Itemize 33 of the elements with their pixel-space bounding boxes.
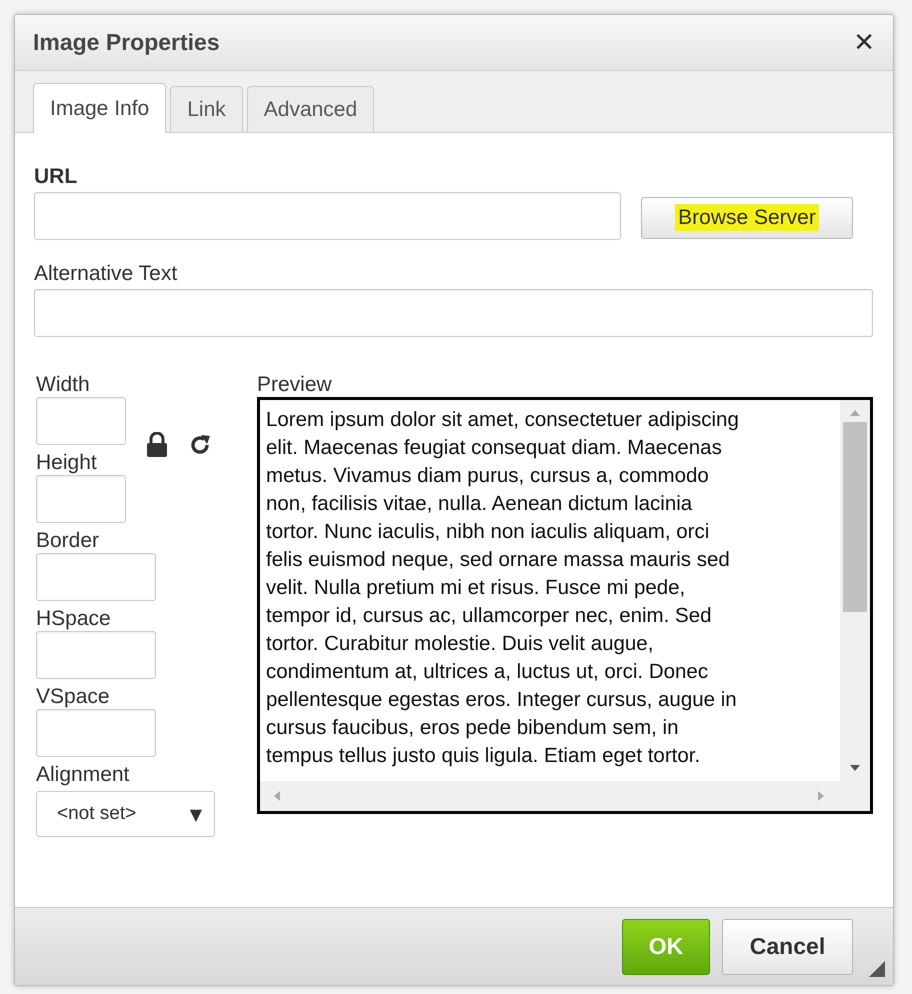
field-label: Border — [36, 529, 100, 553]
spacing-field[interactable] — [36, 631, 156, 679]
tab[interactable]: Link — [170, 86, 243, 132]
tab[interactable]: Image Info — [33, 83, 166, 133]
lock-icon[interactable] — [146, 432, 168, 458]
scroll-right-icon[interactable] — [816, 789, 826, 803]
cancel-button[interactable]: Cancel — [722, 918, 853, 974]
resize-grip-icon[interactable] — [869, 961, 885, 977]
scroll-left-icon[interactable] — [272, 789, 282, 803]
field-label: Alternative Text — [34, 262, 178, 286]
field-label: Alignment — [36, 763, 130, 787]
scroll-up-icon[interactable] — [848, 408, 862, 418]
field-label: HSpace — [36, 607, 112, 631]
close-button[interactable]: ✕ — [853, 28, 875, 58]
window-title: Image Properties — [33, 29, 220, 56]
field-label: Height — [36, 451, 98, 475]
scroll-down-icon[interactable] — [848, 763, 862, 773]
vertical-scrollbar[interactable] — [840, 400, 870, 781]
field-label: URL — [34, 165, 78, 189]
horizontal-scrollbar[interactable] — [260, 781, 870, 811]
spacing-field[interactable] — [36, 709, 156, 757]
alignment-dropdown[interactable]: <not set> ▼ — [36, 791, 215, 837]
tab[interactable]: Advanced — [246, 86, 374, 132]
preview-text: Lorem ipsum dolor sit amet, consectetuer adipiscing elit. Maecenas feugiat consequat diam. Maecenas metus. Vivamus diam purus, cursus a, commodo non, facilisis vitae, nulla. Aenean dictum lacinia tortor. Nunc iaculis, nibh non iaculis aliquam, orci felis euismod neque, sed ornare massa mauris sed velit. Nulla pretium mi et risus. Fusce mi pede, tempor id, cursus ac, ullamcorper nec, enim. Sed tortor. Curabitur molestie. Duis velit augue, condimentum at, ultrices a, luctus ut, orci. Donec pellentesque egestas eros. Integer cursus, augue in cursus faucibus, eros pede bibendum sem, in tempus tellus justo quis ligula. Etiam eget tortor. — [265, 407, 740, 769]
size-field[interactable] — [36, 475, 126, 523]
spacing-field[interactable] — [36, 553, 156, 601]
size-field[interactable] — [36, 397, 126, 445]
field-label: Preview — [257, 373, 333, 397]
alt-text-field[interactable] — [34, 289, 873, 337]
field-label: VSpace — [36, 685, 111, 709]
url-field[interactable] — [34, 192, 621, 240]
field-label: Width — [36, 373, 91, 397]
browse-button[interactable]: Browse Server — [641, 197, 853, 239]
